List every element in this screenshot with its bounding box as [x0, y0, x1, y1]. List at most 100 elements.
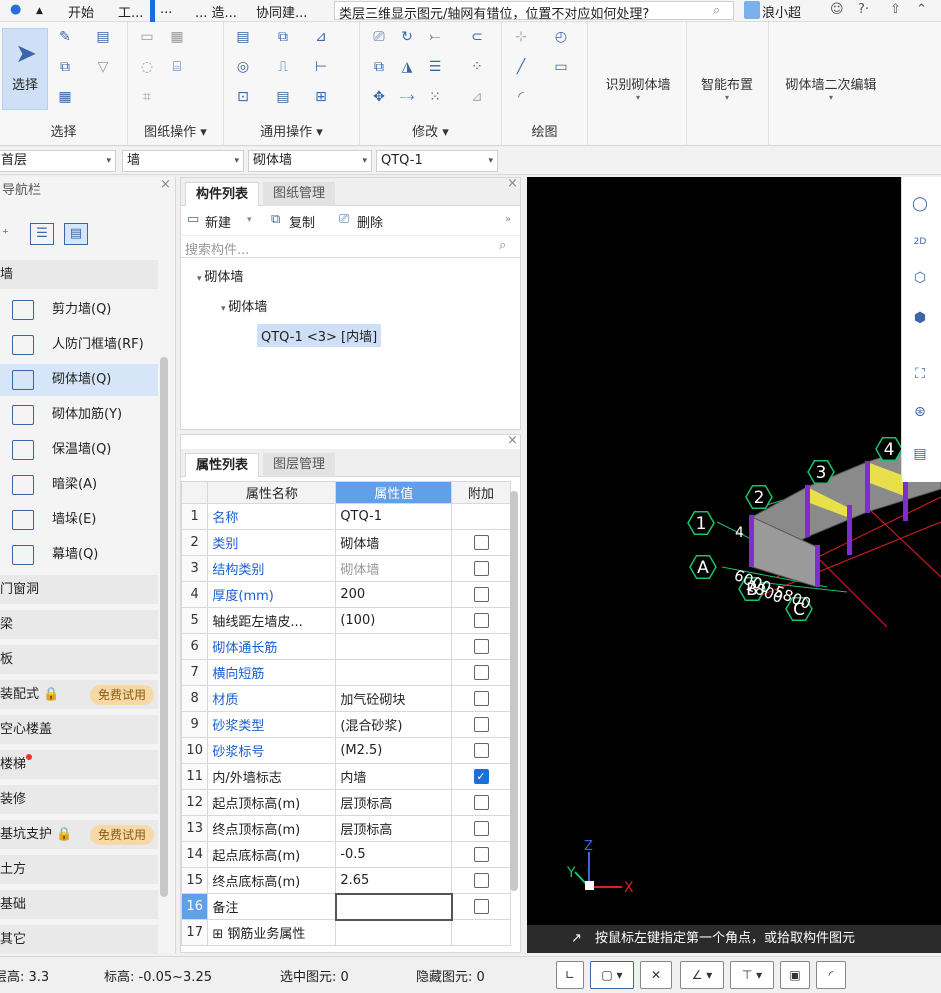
extend-icon[interactable]: ⤍ [398, 88, 416, 106]
3d-view-icon[interactable]: ⬡ [905, 263, 935, 293]
render-mode-icon[interactable]: ⬢ [905, 303, 935, 333]
nav-item-masonry-rebar[interactable]: 砌体加筋(Y) [0, 399, 158, 431]
copy-button[interactable]: 复制 [289, 212, 315, 231]
type-select[interactable]: 砌体墙 ▾ [248, 150, 372, 172]
property-row[interactable]: 14 起点底标高(m) -0.5 [180, 841, 511, 868]
extra-checkbox[interactable]: ✓ [473, 769, 489, 784]
group-label-drawing-ops[interactable]: 图纸操作 ▾ [128, 121, 223, 140]
property-row[interactable]: 4 厚度(mm) 200 [180, 581, 511, 608]
user-name[interactable]: 浪小超 [762, 2, 801, 21]
extra-checkbox[interactable] [473, 561, 489, 576]
column[interactable] [815, 545, 820, 587]
rotate-icon[interactable]: ↻ [398, 28, 416, 46]
dimension-icon[interactable]: ⊞ [312, 88, 330, 106]
offset-button[interactable]: ⊤ ▾ [730, 961, 774, 989]
tab-create[interactable]: ... 造... [195, 2, 237, 21]
drawing-icon[interactable]: ▭ [138, 28, 156, 46]
2d-view-icon[interactable]: 2D [905, 227, 935, 257]
column[interactable] [805, 485, 810, 537]
dynamic-input-button[interactable]: ✕ [640, 961, 672, 989]
nav-category-foundation[interactable]: 基础 [0, 890, 158, 920]
expand-icon[interactable]: ⁺ [2, 227, 9, 242]
help-search-input[interactable]: 类层三维显示图元/轴网有错位，位置不对应如何处理? ⌕ [334, 1, 734, 22]
property-row[interactable]: 8 材质 加气砼砌块 [180, 685, 511, 712]
extra-checkbox[interactable] [473, 743, 489, 758]
trim-icon[interactable]: ⤚ [426, 28, 444, 46]
layer-icon[interactable]: ▤ [274, 88, 292, 106]
property-row[interactable]: 5 轴线距左墙皮... (100) [180, 607, 511, 634]
property-scrollbar[interactable] [510, 491, 518, 891]
close-icon[interactable]: × [507, 176, 518, 191]
property-value[interactable] [335, 633, 453, 660]
extra-checkbox[interactable] [473, 587, 489, 602]
property-row[interactable]: 7 横向短筋 [180, 659, 511, 686]
property-value[interactable]: 内墙 [335, 763, 453, 790]
new-button[interactable]: 新建 [205, 212, 231, 231]
nav-category-stairs[interactable]: 楼梯 [0, 750, 158, 780]
property-value[interactable]: -0.5 [335, 841, 453, 868]
detail-view-icon[interactable]: ▤ [64, 223, 88, 245]
drawing-locate-icon[interactable]: ◌ [138, 58, 156, 76]
find-icon[interactable]: ▤ [94, 28, 112, 46]
quick-access-arrow-icon[interactable]: ▲ [36, 6, 43, 16]
nav-item-civil-defense-wall[interactable]: 人防门框墙(RF) [0, 329, 158, 361]
nav-category-beam[interactable]: 梁 [0, 610, 158, 640]
break-icon[interactable]: ⁘ [468, 58, 486, 76]
extra-checkbox[interactable] [473, 665, 489, 680]
column[interactable] [847, 505, 852, 555]
delete-icon[interactable]: ⎚ [370, 28, 388, 46]
drawing-split-icon[interactable]: ▦ [168, 28, 186, 46]
smart-layout-button[interactable]: 智能布置 ▾ [690, 74, 764, 102]
nav-category-decoration[interactable]: 装修 [0, 785, 158, 815]
fit-view-icon[interactable]: ⛶ [905, 359, 935, 389]
nav-item-masonry-wall[interactable]: 砌体墙(Q) [0, 364, 158, 396]
lock-icon[interactable]: ⊡ [234, 88, 252, 106]
avatar[interactable] [744, 1, 760, 19]
property-value[interactable] [334, 892, 453, 921]
tab-tool[interactable]: 工... [118, 2, 143, 21]
snap-button[interactable]: ▢ ▾ [590, 961, 634, 989]
angle-button[interactable]: ∠ ▾ [680, 961, 724, 989]
drawing-anchor-icon[interactable]: ⌗ [138, 88, 156, 106]
close-icon[interactable]: × [160, 177, 171, 192]
tree-node-child[interactable]: ▾ 砌体墙 [221, 296, 267, 315]
extra-checkbox[interactable] [473, 535, 489, 550]
nav-category-hollow-floor[interactable]: 空心楼盖 [0, 715, 158, 745]
tab-component-list[interactable]: 构件列表 [185, 182, 260, 206]
property-value[interactable]: 砌体墙 [335, 555, 453, 582]
nav-item-insulation-wall[interactable]: 保温墙(Q) [0, 434, 158, 466]
mirror-icon[interactable]: ◮ [398, 58, 416, 76]
floor-select[interactable]: 首层 ▾ [0, 150, 116, 172]
tab-start[interactable]: 开始 [68, 2, 94, 21]
property-row[interactable]: 17 ⊞ 钢筋业务属性 [180, 919, 511, 946]
group-label-modify[interactable]: 修改 ▾ [360, 121, 501, 140]
category-select[interactable]: 墙 ▾ [122, 150, 244, 172]
property-row[interactable]: 3 结构类别 砌体墙 [180, 555, 511, 582]
tab-layer-management[interactable]: 图层管理 [263, 453, 336, 477]
identify-wall-button[interactable]: 识别砌体墙 ▾ [596, 74, 680, 102]
nav-category-slab[interactable]: 板 [0, 645, 158, 675]
filter-icon[interactable]: ▽ [94, 58, 112, 76]
copy-to-icon[interactable]: ⧉ [274, 28, 292, 46]
stretch-icon[interactable]: ⊿ [468, 88, 486, 106]
column[interactable] [749, 515, 754, 567]
nav-item-curtain-wall[interactable]: 幕墙(Q) [0, 539, 158, 571]
merge-icon[interactable]: ⁙ [426, 88, 444, 106]
nav-scrollbar[interactable] [160, 357, 168, 897]
component-search-input[interactable]: 搜索构件... ⌕ [181, 236, 520, 258]
nav-category-wall[interactable]: 墙 [0, 260, 158, 290]
tree-node-selected[interactable]: QTQ-1 <3> [内墙] [257, 324, 382, 347]
tab-collab[interactable]: 协同建... [256, 2, 307, 21]
help-menu[interactable]: ?· [858, 2, 869, 17]
property-row[interactable]: 1 名称 QTQ-1 [180, 503, 511, 530]
column[interactable] [865, 461, 870, 513]
display-icon[interactable]: ◎ [234, 58, 252, 76]
property-row[interactable]: 10 砂浆标号 (M2.5) [180, 737, 511, 764]
extra-checkbox[interactable] [473, 717, 489, 732]
cad-icon[interactable]: ⌸ [168, 58, 186, 76]
arc-button[interactable]: ◜ [816, 961, 846, 989]
feedback-icon[interactable]: ☺ [830, 2, 844, 17]
free-trial-badge[interactable]: 免费试用 [89, 685, 154, 705]
3d-viewport[interactable]: 1234ABC 6000 5800 1800 4 X Y Z ◯ 2D ⬡ ⬢ … [527, 177, 941, 953]
free-trial-badge[interactable]: 免费试用 [89, 825, 154, 845]
